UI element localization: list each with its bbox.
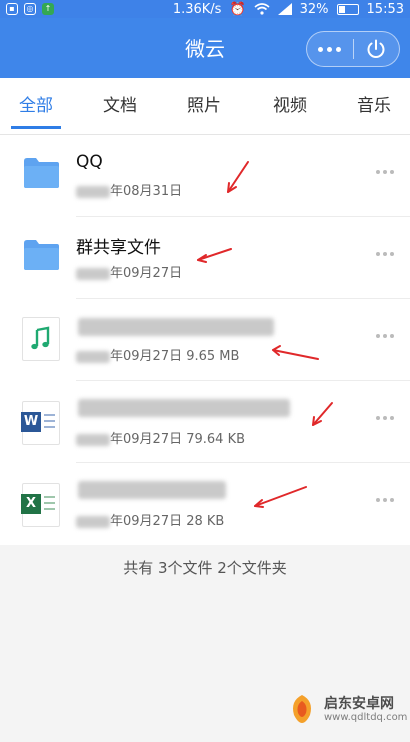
annotation-arrow bbox=[312, 402, 333, 426]
annotation-arrow bbox=[227, 161, 249, 193]
watermark-title: 启东安卓网 bbox=[324, 695, 394, 712]
file-count-summary: 共有 3个文件 2个文件夹 bbox=[123, 559, 287, 577]
annotation-arrow bbox=[197, 248, 232, 261]
watermark-logo-icon bbox=[293, 695, 311, 723]
watermark-url: www.qdltdq.com bbox=[324, 711, 408, 723]
watermark: 启东安卓网 www.qdltdq.com bbox=[286, 693, 407, 725]
annotation-arrow bbox=[254, 486, 307, 507]
annotation-arrows bbox=[197, 161, 333, 508]
